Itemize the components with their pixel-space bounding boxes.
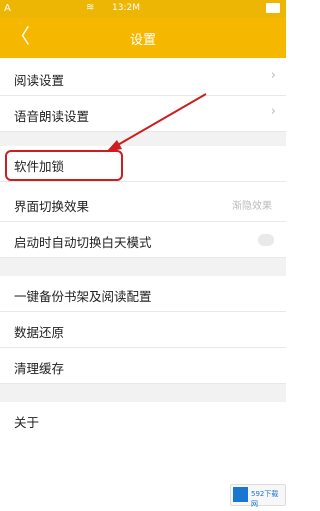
watermark-text: 592下载网: [251, 490, 279, 508]
site-watermark: 592下载网: [230, 484, 286, 508]
logo-icon: [233, 487, 248, 502]
annotation-arrow: [106, 93, 207, 152]
